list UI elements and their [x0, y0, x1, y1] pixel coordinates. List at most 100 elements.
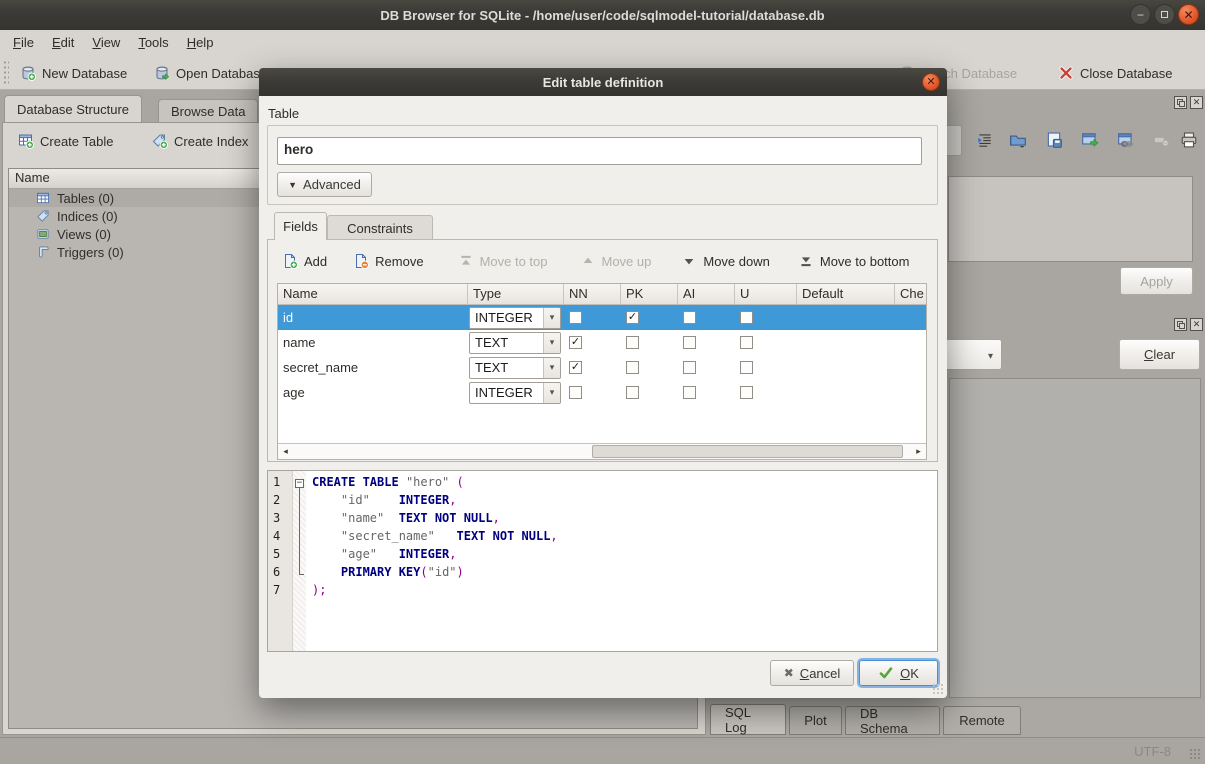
checkbox-u[interactable] [740, 336, 753, 349]
bottom-tab-plot[interactable]: Plot [789, 706, 842, 735]
field-default[interactable] [797, 330, 895, 355]
scroll-right-icon[interactable]: ▸ [911, 444, 926, 459]
edit-cell-textarea[interactable] [948, 176, 1193, 262]
sql-log-view[interactable] [949, 378, 1201, 698]
dock-float-icon[interactable] [1174, 96, 1187, 109]
checkbox-u[interactable] [740, 311, 753, 324]
checkbox-pk[interactable] [626, 336, 639, 349]
dialog-resize-grip[interactable] [932, 683, 944, 695]
close-window-icon[interactable]: ✕ [1178, 4, 1199, 25]
move-to-bottom-button[interactable]: Move to bottom [798, 253, 910, 269]
fields-grid-hscrollbar[interactable]: ◂ ▸ [278, 443, 926, 459]
tab-database-structure[interactable]: Database Structure [4, 95, 142, 123]
dialog-titlebar[interactable]: Edit table definition ✕ [259, 68, 947, 96]
checkbox-pk[interactable] [626, 361, 639, 374]
maximize-icon[interactable] [1154, 4, 1175, 25]
minimize-icon[interactable]: − [1130, 4, 1151, 25]
clear-log-button[interactable]: Clear [1119, 339, 1200, 370]
fold-collapse-icon[interactable]: − [295, 479, 304, 488]
field-name[interactable]: secret_name [278, 355, 468, 380]
field-name[interactable]: name [278, 330, 468, 355]
advanced-button[interactable]: ▼ Advanced [277, 172, 372, 197]
chevron-down-icon[interactable]: ▾ [543, 383, 560, 403]
bottom-tab-sql-log[interactable]: SQL Log [710, 704, 786, 735]
field-default[interactable] [797, 355, 895, 380]
dialog-close-icon[interactable]: ✕ [922, 73, 940, 91]
field-name[interactable]: id [278, 305, 468, 330]
column-header-ai[interactable]: AI [678, 284, 735, 304]
menu-view[interactable]: View [83, 33, 129, 52]
checkbox-pk[interactable] [626, 386, 639, 399]
field-row-id[interactable]: idINTEGER▾ ✓ [278, 305, 926, 330]
toolbar-drag-handle[interactable] [3, 60, 9, 84]
checkbox-u[interactable] [740, 361, 753, 374]
create-table-button[interactable]: Create Table [12, 128, 119, 154]
cell-apply-icon[interactable] [1081, 131, 1099, 149]
checkbox-pk[interactable]: ✓ [626, 311, 639, 324]
chevron-down-icon[interactable]: ▾ [543, 308, 560, 328]
trigger-icon [36, 245, 50, 259]
menu-edit[interactable]: Edit [43, 33, 83, 52]
checkbox-ai[interactable] [683, 311, 696, 324]
column-header-default[interactable]: Default [797, 284, 895, 304]
cell-print-icon[interactable] [1180, 131, 1198, 149]
column-header-name[interactable]: Name [278, 284, 468, 304]
cell-link-icon[interactable] [1117, 131, 1135, 149]
type-combo[interactable]: INTEGER▾ [469, 382, 561, 404]
remove-button[interactable]: Remove [353, 253, 423, 269]
bottom-tab-remote[interactable]: Remote [943, 706, 1021, 735]
checkbox-nn[interactable] [569, 311, 582, 324]
move-down-button[interactable]: Move down [681, 253, 769, 269]
chevron-down-icon[interactable]: ▾ [543, 333, 560, 353]
column-header-nn[interactable]: NN [564, 284, 621, 304]
type-combo[interactable]: TEXT▾ [469, 332, 561, 354]
tab-browse-data-label: Browse Data [171, 104, 245, 119]
chevron-down-icon[interactable]: ▾ [543, 358, 560, 378]
dock2-close-icon[interactable]: ✕ [1190, 318, 1203, 331]
menu-help[interactable]: Help [178, 33, 223, 52]
field-row-secret_name[interactable]: secret_nameTEXT▾ ✓ [278, 355, 926, 380]
new-database-icon [20, 65, 36, 81]
checkbox-ai[interactable] [683, 336, 696, 349]
field-default[interactable] [797, 380, 895, 405]
column-header-che[interactable]: Che [895, 284, 927, 304]
resize-grip[interactable] [1189, 748, 1201, 760]
add-button[interactable]: Add [282, 253, 327, 269]
tab-constraints[interactable]: Constraints [327, 215, 433, 240]
table-name-input[interactable]: hero [277, 137, 922, 165]
tab-fields[interactable]: Fields [274, 212, 327, 240]
field-row-name[interactable]: nameTEXT▾ ✓ [278, 330, 926, 355]
scrollbar-thumb[interactable] [592, 445, 903, 458]
scroll-left-icon[interactable]: ◂ [278, 444, 293, 459]
column-header-u[interactable]: U [735, 284, 797, 304]
type-combo[interactable]: INTEGER▾ [469, 307, 561, 329]
create-index-button[interactable]: Create Index [146, 128, 254, 154]
checkbox-u[interactable] [740, 386, 753, 399]
menu-file[interactable]: File [4, 33, 43, 52]
field-name[interactable]: age [278, 380, 468, 405]
menu-tools[interactable]: Tools [129, 33, 177, 52]
type-combo[interactable]: TEXT▾ [469, 357, 561, 379]
field-row-age[interactable]: ageINTEGER▾ [278, 380, 926, 405]
checkbox-ai[interactable] [683, 386, 696, 399]
checkbox-ai[interactable] [683, 361, 696, 374]
ok-button[interactable]: OK [859, 660, 938, 686]
checkbox-nn[interactable]: ✓ [569, 336, 582, 349]
cell-export-save-icon[interactable] [1045, 131, 1063, 149]
cancel-button[interactable]: ✖ Cancel [770, 660, 854, 686]
checkbox-nn[interactable]: ✓ [569, 361, 582, 374]
bottom-tab-db-schema[interactable]: DB Schema [845, 706, 940, 735]
tab-browse-data[interactable]: Browse Data [158, 99, 258, 123]
column-header-type[interactable]: Type [468, 284, 564, 304]
column-header-pk[interactable]: PK [621, 284, 678, 304]
open-database-button[interactable]: Open Database [148, 60, 273, 86]
cell-text-mode-icon[interactable] [976, 131, 994, 149]
sql-preview-editor[interactable]: 1234567 − CREATE TABLE "hero" ( "id" INT… [267, 470, 938, 652]
field-default[interactable] [797, 305, 895, 330]
close-database-button[interactable]: Close Database [1052, 60, 1179, 86]
cell-import-icon[interactable] [1009, 131, 1027, 149]
dock-close-icon[interactable]: ✕ [1190, 96, 1203, 109]
checkbox-nn[interactable] [569, 386, 582, 399]
dock2-float-icon[interactable] [1174, 318, 1187, 331]
new-database-button[interactable]: New Database [14, 60, 133, 86]
